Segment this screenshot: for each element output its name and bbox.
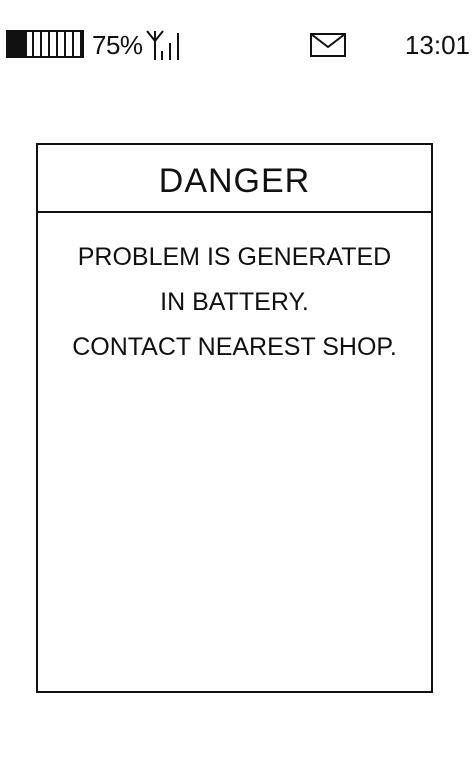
status-bar: 75% 13:01 — [0, 0, 474, 90]
clock: 13:01 — [404, 30, 470, 60]
dialog-message-line: CONTACT NEAREST SHOP. — [72, 333, 397, 361]
battery-icon — [6, 30, 84, 58]
dialog-header: DANGER — [38, 145, 431, 213]
dialog-title: DANGER — [158, 161, 311, 200]
dialog-message-line: PROBLEM IS GENERATED — [77, 243, 392, 271]
signal-strength-icon — [146, 30, 179, 60]
danger-dialog: DANGER PROBLEM IS GENERATED IN BATTERY. … — [36, 143, 433, 693]
dialog-message: PROBLEM IS GENERATED IN BATTERY. CONTACT… — [38, 213, 431, 370]
mail-icon[interactable] — [310, 33, 346, 57]
battery-fill — [8, 32, 27, 56]
battery-body — [6, 30, 84, 58]
dialog-message-line: IN BATTERY. — [160, 288, 309, 316]
battery-percent: 75% — [92, 30, 143, 60]
